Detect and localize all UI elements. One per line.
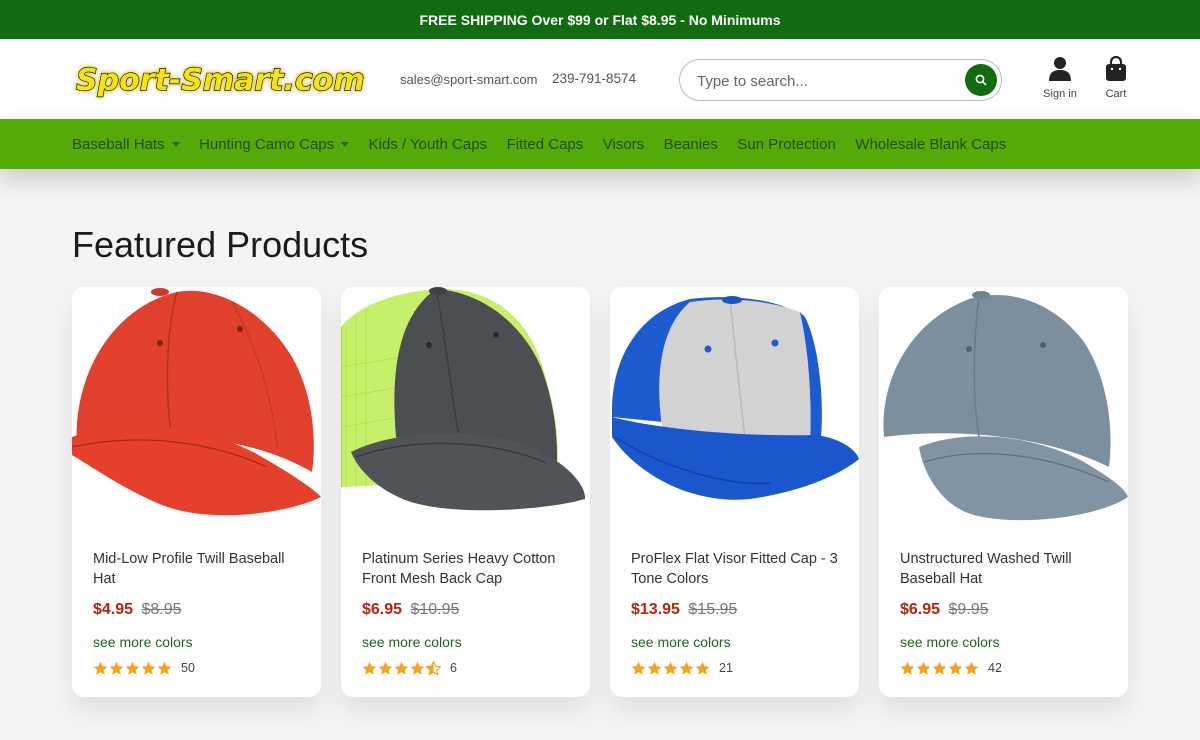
search-box [679, 59, 1002, 101]
star-full-icon [631, 661, 646, 675]
see-more-colors-link[interactable]: see more colors [631, 634, 731, 650]
review-count: 21 [719, 661, 733, 675]
sale-price: $4.95 [93, 601, 133, 618]
star-rating [631, 661, 711, 675]
site-logo[interactable]: Sport-Smart.com [72, 56, 366, 102]
shopping-bag-icon [1104, 56, 1128, 82]
nav-item-baseball-hats[interactable]: Baseball Hats [72, 136, 180, 153]
sign-in-button[interactable]: Sign in [1035, 54, 1085, 104]
star-full-icon [362, 661, 377, 675]
nav-item-label: Fitted Caps [507, 136, 584, 153]
sale-price: $6.95 [362, 601, 402, 618]
star-full-icon [410, 661, 425, 675]
product-card[interactable]: Platinum Series Heavy Cotton Front Mesh … [341, 287, 590, 697]
star-rating [93, 661, 173, 675]
nav-item-label: Sun Protection [737, 136, 835, 153]
nav-item-label: Visors [603, 136, 644, 153]
compare-price: $15.95 [688, 601, 737, 618]
price-row: $6.95 $9.95 [900, 601, 989, 619]
see-more-colors-link[interactable]: see more colors [362, 634, 462, 650]
review-count: 42 [988, 661, 1002, 675]
review-count: 6 [450, 661, 457, 675]
rating[interactable]: 42 [900, 661, 1002, 675]
rating[interactable]: 6 [362, 661, 457, 675]
compare-price: $8.95 [142, 601, 182, 618]
cart-button[interactable]: Cart [1091, 54, 1141, 104]
product-card[interactable]: Unstructured Washed Twill Baseball Hat $… [879, 287, 1128, 697]
star-rating [362, 661, 442, 675]
star-full-icon [125, 661, 140, 675]
nav-item-wholesale-blank-caps[interactable]: Wholesale Blank Caps [855, 136, 1006, 153]
star-full-icon [663, 661, 678, 675]
search-button[interactable] [965, 64, 997, 96]
star-rating [900, 661, 980, 675]
product-image-royal-blue-gray-flat-visor-cap[interactable] [610, 287, 859, 522]
price-row: $6.95 $10.95 [362, 601, 459, 619]
sign-in-label: Sign in [1035, 88, 1085, 100]
nav-item-label: Hunting Camo Caps [199, 136, 334, 153]
nav-item-label: Kids / Youth Caps [369, 136, 487, 153]
product-grid: Mid-Low Profile Twill Baseball Hat $4.95… [72, 287, 1128, 697]
contact-phone[interactable]: 239-791-8574 [552, 71, 636, 86]
sale-price: $13.95 [631, 601, 680, 618]
search-icon [975, 74, 987, 86]
see-more-colors-link[interactable]: see more colors [93, 634, 193, 650]
star-full-icon [932, 661, 947, 675]
sale-price: $6.95 [900, 601, 940, 618]
star-full-icon [695, 661, 710, 675]
caret-down-icon [341, 142, 349, 147]
product-title[interactable]: Platinum Series Heavy Cotton Front Mesh … [362, 549, 572, 589]
star-full-icon [916, 661, 931, 675]
star-full-icon [647, 661, 662, 675]
star-full-icon [394, 661, 409, 675]
price-row: $4.95 $8.95 [93, 601, 182, 619]
star-full-icon [964, 661, 979, 675]
price-row: $13.95 $15.95 [631, 601, 737, 619]
product-image-charcoal-neon-mesh-cap[interactable] [341, 287, 590, 522]
nav-item-fitted-caps[interactable]: Fitted Caps [507, 136, 584, 153]
main-nav: Baseball Hats Hunting Camo Caps Kids / You… [0, 119, 1200, 169]
search-input[interactable] [697, 70, 947, 92]
star-full-icon [141, 661, 156, 675]
nav-item-visors[interactable]: Visors [603, 136, 644, 153]
star-full-icon [109, 661, 124, 675]
user-icon [1048, 56, 1072, 82]
contact-email[interactable]: sales@sport-smart.com [400, 72, 537, 87]
star-full-icon [679, 661, 694, 675]
product-card[interactable]: Mid-Low Profile Twill Baseball Hat $4.95… [72, 287, 321, 697]
nav-item-label: Wholesale Blank Caps [855, 136, 1006, 153]
product-title[interactable]: Unstructured Washed Twill Baseball Hat [900, 549, 1110, 589]
logo-text: Sport-Smart.com [76, 63, 365, 98]
section-title: Featured Products [72, 224, 368, 266]
site-header: Sport-Smart.com sales@sport-smart.com 23… [0, 39, 1200, 119]
nav-item-beanies[interactable]: Beanies [664, 136, 718, 153]
review-count: 50 [181, 661, 195, 675]
star-full-icon [378, 661, 393, 675]
caret-down-icon [172, 142, 180, 147]
star-full-icon [157, 661, 172, 675]
product-title[interactable]: Mid-Low Profile Twill Baseball Hat [93, 549, 303, 589]
promo-text: FREE SHIPPING Over $99 or Flat $8.95 - N… [420, 12, 781, 28]
cart-label: Cart [1091, 88, 1141, 100]
nav-item-sun-protection[interactable]: Sun Protection [737, 136, 835, 153]
product-image-red-cap[interactable] [72, 287, 321, 522]
rating[interactable]: 21 [631, 661, 733, 675]
promo-banner: FREE SHIPPING Over $99 or Flat $8.95 - N… [0, 0, 1200, 39]
star-full-icon [93, 661, 108, 675]
compare-price: $10.95 [411, 601, 460, 618]
compare-price: $9.95 [949, 601, 989, 618]
star-half-icon [426, 661, 441, 675]
rating[interactable]: 50 [93, 661, 195, 675]
star-full-icon [948, 661, 963, 675]
star-full-icon [900, 661, 915, 675]
nav-item-hunting-camo-caps[interactable]: Hunting Camo Caps [199, 136, 349, 153]
product-card[interactable]: ProFlex Flat Visor Fitted Cap - 3 Tone C… [610, 287, 859, 697]
nav-item-label: Beanies [664, 136, 718, 153]
see-more-colors-link[interactable]: see more colors [900, 634, 1000, 650]
product-image-slate-blue-cap[interactable] [879, 287, 1128, 522]
nav-item-kids-youth-caps[interactable]: Kids / Youth Caps [369, 136, 487, 153]
product-title[interactable]: ProFlex Flat Visor Fitted Cap - 3 Tone C… [631, 549, 841, 589]
nav-list: Baseball Hats Hunting Camo Caps Kids / You… [72, 119, 1026, 169]
nav-item-label: Baseball Hats [72, 136, 165, 153]
